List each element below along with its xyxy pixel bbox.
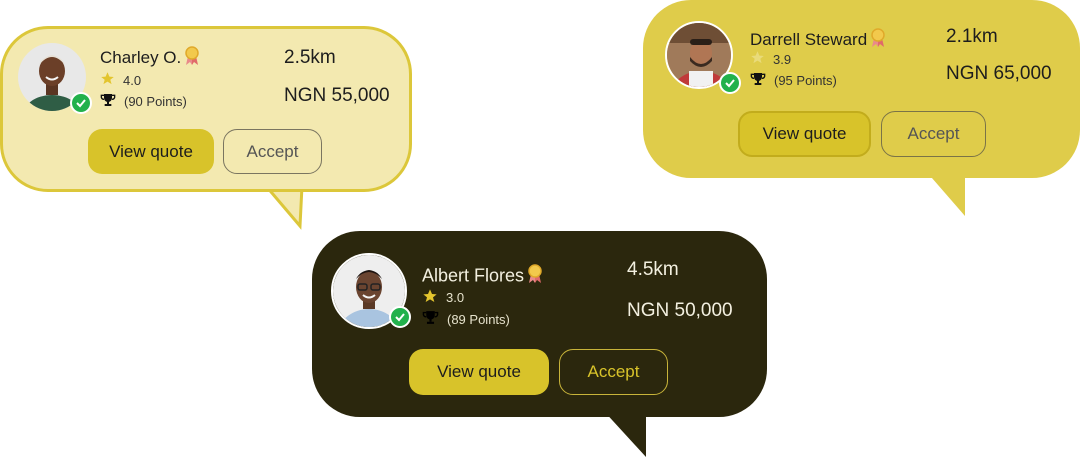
verified-checkmark-icon xyxy=(389,306,411,328)
accept-button[interactable]: Accept xyxy=(881,111,986,157)
view-quote-button[interactable]: View quote xyxy=(409,349,549,395)
points-value: (90 Points) xyxy=(124,94,187,109)
star-icon xyxy=(422,288,438,307)
points-value: (95 Points) xyxy=(774,73,837,88)
quote-card-charley: Charley O. 4.0 (90 Points) 2.5km NGN 55,… xyxy=(0,26,412,230)
verified-checkmark-icon xyxy=(719,72,741,94)
view-quote-button[interactable]: View quote xyxy=(738,111,871,157)
points-row: (89 Points) xyxy=(422,309,510,329)
quote-card-darrell: Darrell Steward 3.9 (95 Points) 2.1km NG… xyxy=(643,0,1080,220)
rating-row: 3.0 xyxy=(422,288,464,307)
trophy-icon xyxy=(750,71,766,90)
rating-value: 4.0 xyxy=(123,72,142,88)
medal-icon xyxy=(184,46,200,71)
rating-row: 4.0 xyxy=(100,71,141,89)
points-value: (89 Points) xyxy=(447,311,510,327)
speech-bubble-tail xyxy=(262,184,304,230)
price: NGN 50,000 xyxy=(627,300,733,321)
accept-button[interactable]: Accept xyxy=(559,349,668,395)
provider-name: Albert Flores xyxy=(422,264,543,289)
trophy-icon xyxy=(100,92,116,111)
quote-card-albert: Albert Flores 3.0 (89 Points) 4.5km NGN … xyxy=(312,231,767,459)
distance: 4.5km xyxy=(627,259,679,280)
provider-name: Charley O. xyxy=(100,46,200,71)
medal-icon xyxy=(870,28,886,53)
rating-value: 3.9 xyxy=(773,51,792,67)
star-icon xyxy=(100,71,115,89)
rating-row: 3.9 xyxy=(750,50,791,68)
verified-checkmark-icon xyxy=(70,92,92,114)
accept-button[interactable]: Accept xyxy=(223,129,322,174)
trophy-icon xyxy=(422,309,439,329)
view-quote-button[interactable]: View quote xyxy=(88,129,214,174)
star-icon xyxy=(750,50,765,68)
rating-value: 3.0 xyxy=(446,290,465,305)
price: NGN 55,000 xyxy=(284,85,390,106)
price: NGN 65,000 xyxy=(946,63,1052,84)
points-row: (90 Points) xyxy=(100,92,187,111)
medal-icon xyxy=(527,264,543,289)
points-row: (95 Points) xyxy=(750,71,837,90)
distance: 2.1km xyxy=(946,26,998,47)
distance: 2.5km xyxy=(284,47,336,68)
